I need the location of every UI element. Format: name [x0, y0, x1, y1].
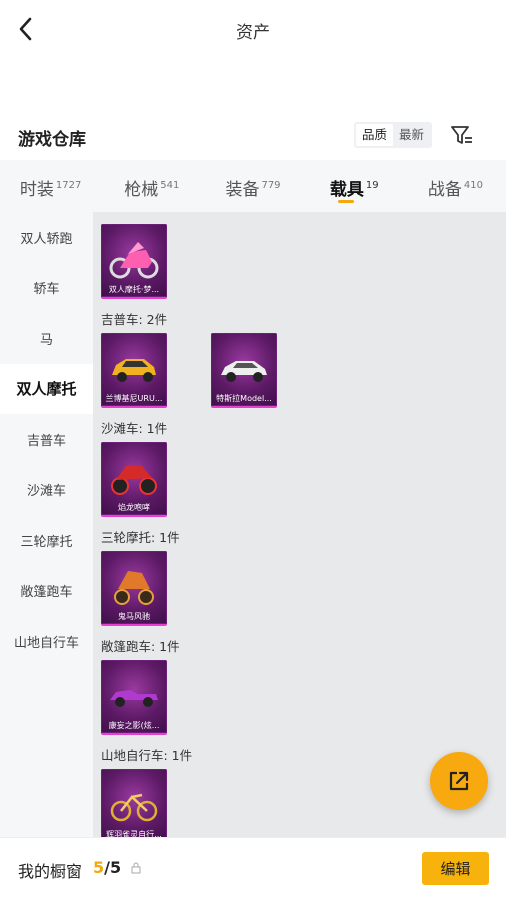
item-name: 焰龙咆哮	[118, 503, 150, 512]
item-name: 特斯拉Model...	[216, 394, 272, 403]
item-name: 兰博基尼URU...	[105, 394, 163, 403]
share-button[interactable]	[430, 752, 488, 810]
group-label: 吉普车: 2件	[101, 312, 168, 327]
top-bar: 资产	[0, 0, 506, 60]
filter-button[interactable]	[449, 123, 475, 149]
sidebar-item-jeep[interactable]: 吉普车	[0, 414, 93, 465]
sidebar-item-trike[interactable]: 三轮摩托	[0, 515, 93, 566]
section-header: 游戏仓库 品质 最新	[0, 118, 506, 156]
section-title: 游戏仓库	[18, 130, 86, 150]
item-name: 辉羽雀灵自行...	[106, 830, 162, 837]
sidebar-item-convertible[interactable]: 敞篷跑车	[0, 566, 93, 617]
filter-icon	[451, 126, 472, 144]
share-icon	[449, 771, 469, 791]
edit-button[interactable]: 编辑	[422, 852, 489, 885]
tab-fashion[interactable]: 时装 1727	[0, 160, 101, 212]
item-card[interactable]: 兰博基尼URU...	[101, 333, 167, 408]
vehicle-list: 双人摩托·梦... 吉普车: 2件 兰博基尼URU... 特斯拉Model...…	[93, 212, 506, 837]
motorcycle-image	[109, 242, 159, 279]
group-label: 敞篷跑车: 1件	[101, 639, 180, 654]
showcase-count: 5/5	[93, 858, 122, 877]
car-image	[112, 359, 156, 382]
showcase-label: 我的橱窗	[18, 862, 83, 881]
item-card[interactable]: 康妄之影(炫...	[101, 660, 167, 735]
item-name: 双人摩托·梦...	[108, 285, 160, 294]
vehicle-type-sidebar: 双人轿跑 轿车 马 双人摩托 吉普车 沙滩车 三轮摩托 敞篷跑车 山地自行车	[0, 212, 93, 837]
item-card[interactable]: 双人摩托·梦...	[101, 224, 167, 299]
tab-active-indicator	[338, 200, 355, 203]
sort-quality-button[interactable]: 品质	[356, 124, 394, 146]
bicycle-image	[110, 793, 158, 822]
car-image	[221, 361, 267, 382]
sidebar-item-sedan[interactable]: 轿车	[0, 263, 93, 314]
showcase-bar: 我的橱窗 5/5 编辑	[0, 837, 506, 897]
sidebar-item-motorcycle[interactable]: 双人摩托	[0, 363, 93, 414]
lock-icon	[131, 862, 141, 874]
category-tabs: 时装 1727 枪械 541 装备 779 载具 19 战备 410	[0, 160, 506, 212]
group-label: 山地自行车: 1件	[101, 748, 193, 763]
sort-newest-button[interactable]: 最新	[393, 124, 430, 146]
item-card[interactable]: 特斯拉Model...	[211, 333, 277, 408]
buggy-image	[111, 466, 157, 495]
item-name: 鬼马风驰	[118, 612, 150, 621]
sidebar-item-buggy[interactable]: 沙滩车	[0, 465, 93, 516]
group-label: 沙滩车: 1件	[101, 421, 168, 436]
tab-supplies[interactable]: 战备 410	[405, 160, 506, 212]
tab-equipment[interactable]: 装备 779	[202, 160, 303, 212]
group-label: 三轮摩托: 1件	[101, 530, 180, 545]
sidebar-item-horse[interactable]: 马	[0, 313, 93, 364]
tab-vehicles[interactable]: 载具 19	[304, 160, 405, 212]
item-card[interactable]: 辉羽雀灵自行...	[101, 769, 167, 837]
sidebar-item-mountain-bike[interactable]: 山地自行车	[0, 616, 93, 667]
item-card[interactable]: 鬼马风驰	[101, 551, 167, 626]
item-card[interactable]: 焰龙咆哮	[101, 442, 167, 517]
convertible-image	[110, 690, 158, 707]
sidebar-item-coupe[interactable]: 双人轿跑	[0, 212, 93, 263]
sort-toggle: 品质 最新	[354, 122, 433, 148]
item-name: 康妄之影(炫...	[108, 721, 160, 730]
tab-guns[interactable]: 枪械 541	[101, 160, 202, 212]
page-title: 资产	[236, 23, 270, 43]
trike-image	[114, 571, 154, 605]
